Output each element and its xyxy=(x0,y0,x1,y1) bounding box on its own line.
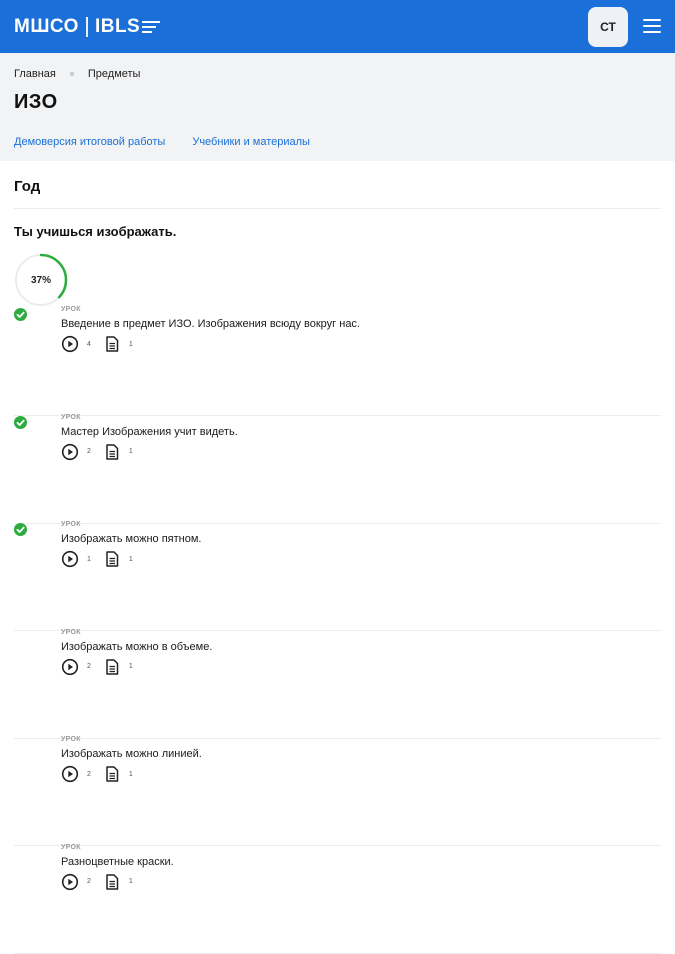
video-count: 2 xyxy=(87,878,91,885)
video-count: 2 xyxy=(87,770,91,778)
play-circle-icon xyxy=(61,550,79,568)
lesson-item[interactable]: УРОК Изображать можно пятном. 1 1 xyxy=(14,521,661,631)
play-circle-icon xyxy=(61,873,79,890)
tab-textbooks-materials[interactable]: Учебники и материалы xyxy=(192,136,310,148)
video-count: 2 xyxy=(87,663,91,670)
lesson-kicker: УРОК xyxy=(61,736,81,743)
lesson-item[interactable]: УРОК Мастер Изображения учит видеть. 2 1 xyxy=(14,413,661,524)
lesson-title[interactable]: Мастер Изображения учит видеть. xyxy=(61,426,238,438)
tab-demo-final-work[interactable]: Демоверсия итоговой работы xyxy=(14,136,165,148)
document-count: 1 xyxy=(128,770,133,778)
play-circle-icon xyxy=(61,765,79,783)
page-title: ИЗО xyxy=(14,91,58,113)
course-title: Ты учишься изображать. xyxy=(14,224,177,239)
lesson-title[interactable]: Введение в предмет ИЗО. Изображения всюд… xyxy=(61,318,360,330)
lesson-title[interactable]: Изображать можно линией. xyxy=(61,748,202,760)
logo-left-text: МШСО xyxy=(14,16,79,37)
document-icon xyxy=(106,658,119,675)
play-circle-icon xyxy=(61,335,79,353)
breadcrumb: Главная Предметы xyxy=(14,68,140,80)
lesson-meta: 21 xyxy=(61,765,145,783)
section-title: Год xyxy=(14,178,41,195)
lesson-meta: 11 xyxy=(61,550,145,568)
document-count: 1 xyxy=(128,340,133,348)
lesson-meta: 21 xyxy=(61,443,145,461)
document-icon xyxy=(106,873,119,890)
video-count: 1 xyxy=(87,555,91,563)
lesson-meta: 21 xyxy=(61,658,145,676)
video-count: 4 xyxy=(87,340,91,348)
document-icon xyxy=(106,336,119,352)
lesson-item[interactable]: УРОК Введение в предмет ИЗО. Изображения … xyxy=(14,306,661,416)
check-circle-icon xyxy=(14,415,27,429)
lesson-meta: 41 xyxy=(61,335,145,353)
play-circle-icon xyxy=(61,443,79,460)
breadcrumb-home[interactable]: Главная xyxy=(14,68,56,80)
divider xyxy=(14,208,661,209)
lesson-divider xyxy=(14,952,661,954)
lesson-title[interactable]: Изображать можно в объеме. xyxy=(61,641,212,653)
lesson-kicker: УРОК xyxy=(61,843,81,851)
lesson-kicker: УРОК xyxy=(61,306,81,313)
check-circle-icon xyxy=(14,308,27,321)
lesson-kicker: УРОК xyxy=(61,413,81,421)
subheader: Главная Предметы ИЗО Демоверсия итоговой… xyxy=(0,53,675,161)
lesson-title[interactable]: Разноцветные краски. xyxy=(61,856,174,868)
play-circle-icon xyxy=(61,658,79,675)
avatar[interactable]: СТ xyxy=(588,7,628,47)
breadcrumb-subjects[interactable]: Предметы xyxy=(88,68,141,80)
lesson-kicker: УРОК xyxy=(61,521,81,528)
logo-lines-icon xyxy=(142,21,161,33)
lesson-kicker: УРОК xyxy=(61,628,81,636)
document-count: 1 xyxy=(128,448,133,455)
progress-ring: 37% xyxy=(14,253,68,307)
logo-right-text: IBLS xyxy=(94,16,141,37)
progress-label: 37% xyxy=(30,274,51,286)
breadcrumb-separator xyxy=(69,72,74,76)
menu-icon[interactable] xyxy=(643,19,661,33)
tabs: Демоверсия итоговой работы Учебники и ма… xyxy=(14,136,310,148)
document-count: 1 xyxy=(128,878,133,885)
lesson-item[interactable]: УРОК Изображать можно линией. 2 1 xyxy=(14,736,661,846)
document-icon xyxy=(106,443,119,460)
top-bar: МШСО IBLS СТ xyxy=(0,0,675,53)
document-icon xyxy=(106,551,119,567)
lesson-meta: 21 xyxy=(61,873,145,891)
document-icon xyxy=(106,766,119,782)
logo-separator xyxy=(85,17,88,37)
lesson-title[interactable]: Изображать можно пятном. xyxy=(61,533,201,545)
video-count: 2 xyxy=(87,448,91,455)
document-count: 1 xyxy=(128,663,133,670)
lesson-item[interactable]: УРОК Изображать можно в объеме. 2 1 xyxy=(14,628,661,739)
logo[interactable]: МШСО IBLS xyxy=(14,15,161,39)
check-circle-icon xyxy=(14,523,27,536)
document-count: 1 xyxy=(128,555,133,563)
